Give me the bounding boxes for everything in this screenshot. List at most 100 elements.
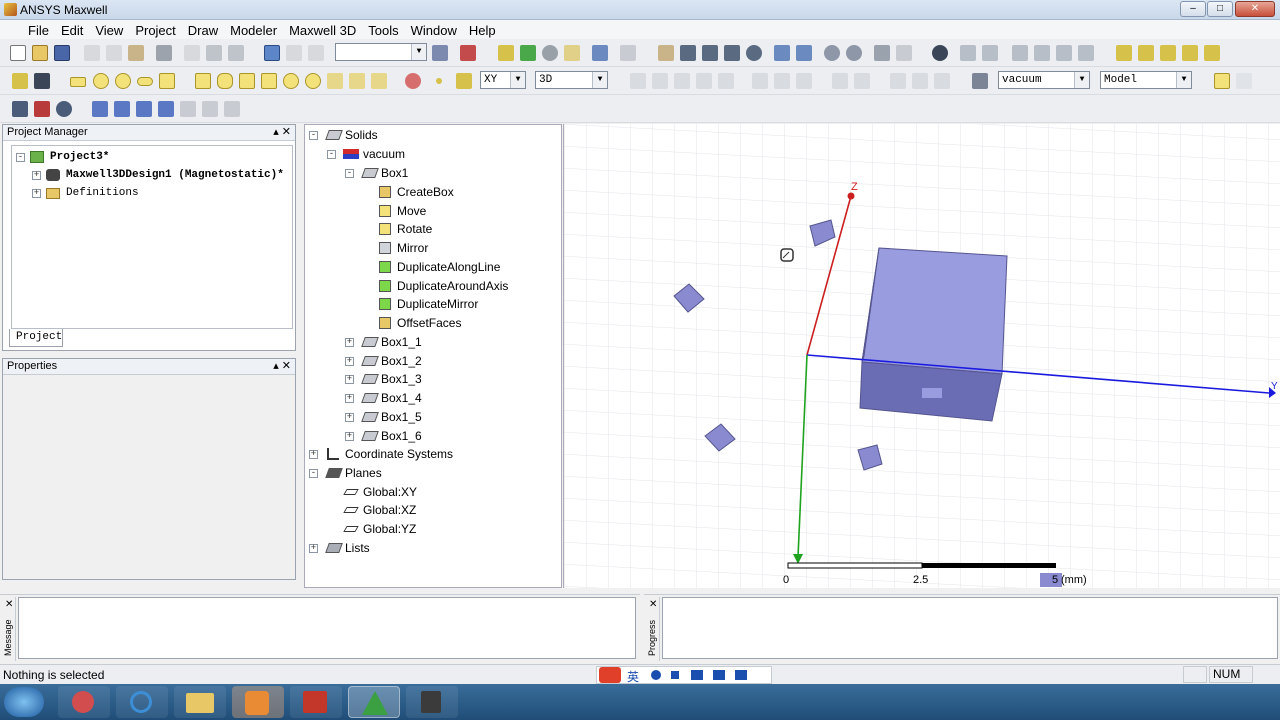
copy-icon[interactable]: [106, 45, 122, 61]
tab-project[interactable]: Project: [9, 329, 63, 347]
undo-icon[interactable]: [206, 45, 222, 61]
mesh-icon-7[interactable]: [224, 101, 240, 117]
menu-file[interactable]: File: [22, 21, 55, 40]
boolean-icon-5[interactable]: [718, 73, 734, 89]
zoom-out-icon[interactable]: [846, 45, 862, 61]
draw-polygon-icon[interactable]: [137, 77, 153, 86]
draw-ellipse-icon[interactable]: [115, 73, 131, 89]
expand-icon[interactable]: +: [309, 544, 318, 553]
close-button[interactable]: ✕: [1235, 1, 1275, 17]
taskbar-maxwell[interactable]: [348, 686, 400, 718]
stop-icon[interactable]: [542, 45, 558, 61]
expand-icon[interactable]: +: [345, 394, 354, 404]
excitation-icon[interactable]: [12, 101, 28, 117]
view-icon-2[interactable]: [982, 45, 998, 61]
arrange-icon-4[interactable]: [832, 73, 848, 89]
open-icon[interactable]: [32, 45, 48, 61]
menu-project[interactable]: Project: [129, 21, 181, 40]
point-icon[interactable]: [436, 78, 442, 84]
cut-icon[interactable]: [84, 45, 100, 61]
create-cs-icon[interactable]: [405, 73, 421, 89]
mesh-icon-6[interactable]: [202, 101, 218, 117]
draw-cone-icon[interactable]: [239, 73, 255, 89]
report-icon[interactable]: [564, 45, 580, 61]
collapse-icon[interactable]: -: [327, 150, 336, 159]
main-box[interactable]: [859, 247, 1008, 422]
arrange-icon-8[interactable]: [934, 73, 950, 89]
expand-icon[interactable]: +: [345, 412, 354, 422]
expand-icon[interactable]: +: [32, 171, 41, 180]
save-icon[interactable]: [54, 45, 70, 61]
draw-bondwire-icon[interactable]: [371, 73, 387, 89]
collapse-icon[interactable]: -: [16, 153, 25, 162]
zoom-in-icon[interactable]: [824, 45, 840, 61]
fields-icon[interactable]: [592, 45, 608, 61]
rotate-view-icon[interactable]: [680, 45, 696, 61]
arrange-icon-2[interactable]: [774, 73, 790, 89]
select-icon[interactable]: [264, 45, 280, 61]
mesh-icon-1[interactable]: [92, 101, 108, 117]
boolean-icon-4[interactable]: [696, 73, 712, 89]
help-icon[interactable]: [12, 73, 28, 89]
menu-draw[interactable]: Draw: [182, 21, 224, 40]
setup-icon[interactable]: [56, 101, 72, 117]
taskbar-app-1[interactable]: [58, 686, 110, 718]
fit-all-icon[interactable]: [774, 45, 790, 61]
collapse-icon[interactable]: -: [345, 169, 354, 178]
menu-maxwell3d[interactable]: Maxwell 3D: [283, 21, 362, 40]
draw-prism-icon[interactable]: [261, 73, 277, 89]
check-icon[interactable]: [520, 45, 536, 61]
material-icon[interactable]: [972, 73, 988, 89]
maximize-button[interactable]: □: [1207, 1, 1233, 17]
rotate-tool-icon[interactable]: [308, 45, 324, 61]
arrange-icon-7[interactable]: [912, 73, 928, 89]
expand-icon[interactable]: +: [345, 338, 354, 347]
view-icon-1[interactable]: [960, 45, 976, 61]
expand-icon[interactable]: +: [345, 375, 354, 385]
model-icon-1[interactable]: [1214, 73, 1230, 89]
print-icon[interactable]: [156, 45, 172, 61]
boolean-icon-3[interactable]: [674, 73, 690, 89]
draw-spiral-icon[interactable]: [349, 73, 365, 89]
material-select[interactable]: vacuum ▼: [998, 71, 1090, 89]
mesh-icon-5[interactable]: [180, 101, 196, 117]
redo-view-icon[interactable]: [896, 45, 912, 61]
plane-icon[interactable]: [456, 73, 472, 89]
fit-selection-icon[interactable]: [796, 45, 812, 61]
view-icon-4[interactable]: [1034, 45, 1050, 61]
whats-this-icon[interactable]: [34, 73, 50, 89]
analyze-icon[interactable]: [498, 45, 514, 61]
menu-edit[interactable]: Edit: [55, 21, 89, 40]
curve-icon-1[interactable]: [1116, 45, 1132, 61]
arrange-icon-1[interactable]: [752, 73, 768, 89]
panel-close-icon[interactable]: ▴ ✕: [273, 125, 291, 140]
boolean-icon-2[interactable]: [652, 73, 668, 89]
expand-icon[interactable]: +: [309, 450, 318, 459]
paste-icon[interactable]: [128, 45, 144, 61]
collapse-icon[interactable]: -: [309, 131, 318, 140]
curve-icon-4[interactable]: [1182, 45, 1198, 61]
menu-view[interactable]: View: [89, 21, 129, 40]
start-button[interactable]: [4, 687, 44, 717]
arrange-icon-5[interactable]: [854, 73, 870, 89]
view-icon-6[interactable]: [1078, 45, 1094, 61]
arrange-icon-6[interactable]: [890, 73, 906, 89]
menu-tools[interactable]: Tools: [362, 21, 404, 40]
taskbar-app-7[interactable]: [406, 686, 458, 718]
ime-toolbar[interactable]: 英: [596, 666, 772, 684]
progress-list[interactable]: [662, 597, 1278, 659]
expand-icon[interactable]: +: [345, 431, 354, 441]
mesh-icon-4[interactable]: [158, 101, 174, 117]
taskbar-explorer[interactable]: [174, 686, 226, 718]
curve-icon-5[interactable]: [1204, 45, 1220, 61]
message-list[interactable]: [18, 597, 636, 659]
draw-helix-icon[interactable]: [327, 73, 343, 89]
delete-icon[interactable]: [184, 45, 200, 61]
arrange-icon-3[interactable]: [796, 73, 812, 89]
spin-icon[interactable]: [724, 45, 740, 61]
dimension-mode-select[interactable]: 3D ▼: [535, 71, 608, 89]
undo-view-icon[interactable]: [874, 45, 890, 61]
draw-sphere-icon[interactable]: [283, 73, 299, 89]
taskbar-office[interactable]: [290, 686, 342, 718]
taskbar-pdf[interactable]: [232, 686, 284, 718]
